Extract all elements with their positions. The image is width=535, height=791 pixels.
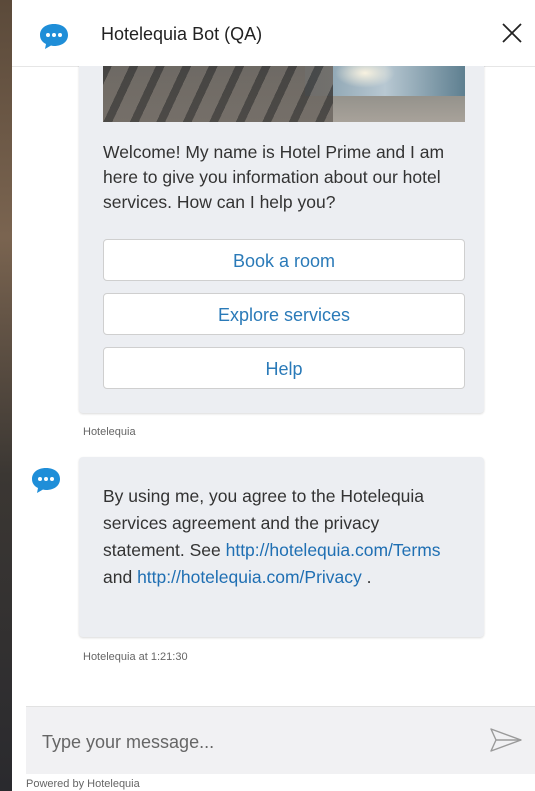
- agreement-text-end: .: [366, 567, 372, 587]
- chat-bubble-icon: [40, 24, 68, 49]
- chat-transcript[interactable]: Welcome! My name is Hotel Prime and I am…: [12, 66, 535, 696]
- agreement-text-and: and: [103, 567, 133, 587]
- book-room-button[interactable]: Book a room: [103, 239, 465, 281]
- composer: [26, 706, 535, 774]
- powered-by: Powered by Hotelequia: [26, 778, 140, 790]
- close-icon[interactable]: [497, 18, 527, 48]
- hotel-image-sun: [335, 66, 395, 88]
- message-timestamp: Hotelequia at 1:21:30: [83, 651, 188, 663]
- chat-title: Hotelequia Bot (QA): [101, 24, 263, 44]
- help-button[interactable]: Help: [103, 347, 465, 389]
- send-icon[interactable]: [489, 727, 523, 753]
- hotel-image: [103, 66, 465, 122]
- message-input[interactable]: [40, 723, 464, 761]
- welcome-text: Welcome! My name is Hotel Prime and I am…: [103, 142, 445, 212]
- chat-window: Hotelequia Bot (QA) Welcome! My name is …: [12, 0, 535, 791]
- hotel-image-loungers: [103, 66, 333, 122]
- welcome-card: Welcome! My name is Hotel Prime and I am…: [79, 66, 484, 413]
- chat-bubble-icon: [32, 468, 60, 493]
- privacy-link[interactable]: http://hotelequia.com/Privacy: [137, 567, 362, 587]
- chat-header: Hotelequia Bot (QA): [12, 0, 535, 67]
- explore-services-button[interactable]: Explore services: [103, 293, 465, 335]
- agreement-text: By using me, you agree to the Hotelequia…: [103, 483, 465, 591]
- terms-link[interactable]: http://hotelequia.com/Terms: [226, 540, 441, 560]
- agreement-message: By using me, you agree to the Hotelequia…: [79, 457, 484, 637]
- welcome-sender: Hotelequia: [83, 426, 136, 438]
